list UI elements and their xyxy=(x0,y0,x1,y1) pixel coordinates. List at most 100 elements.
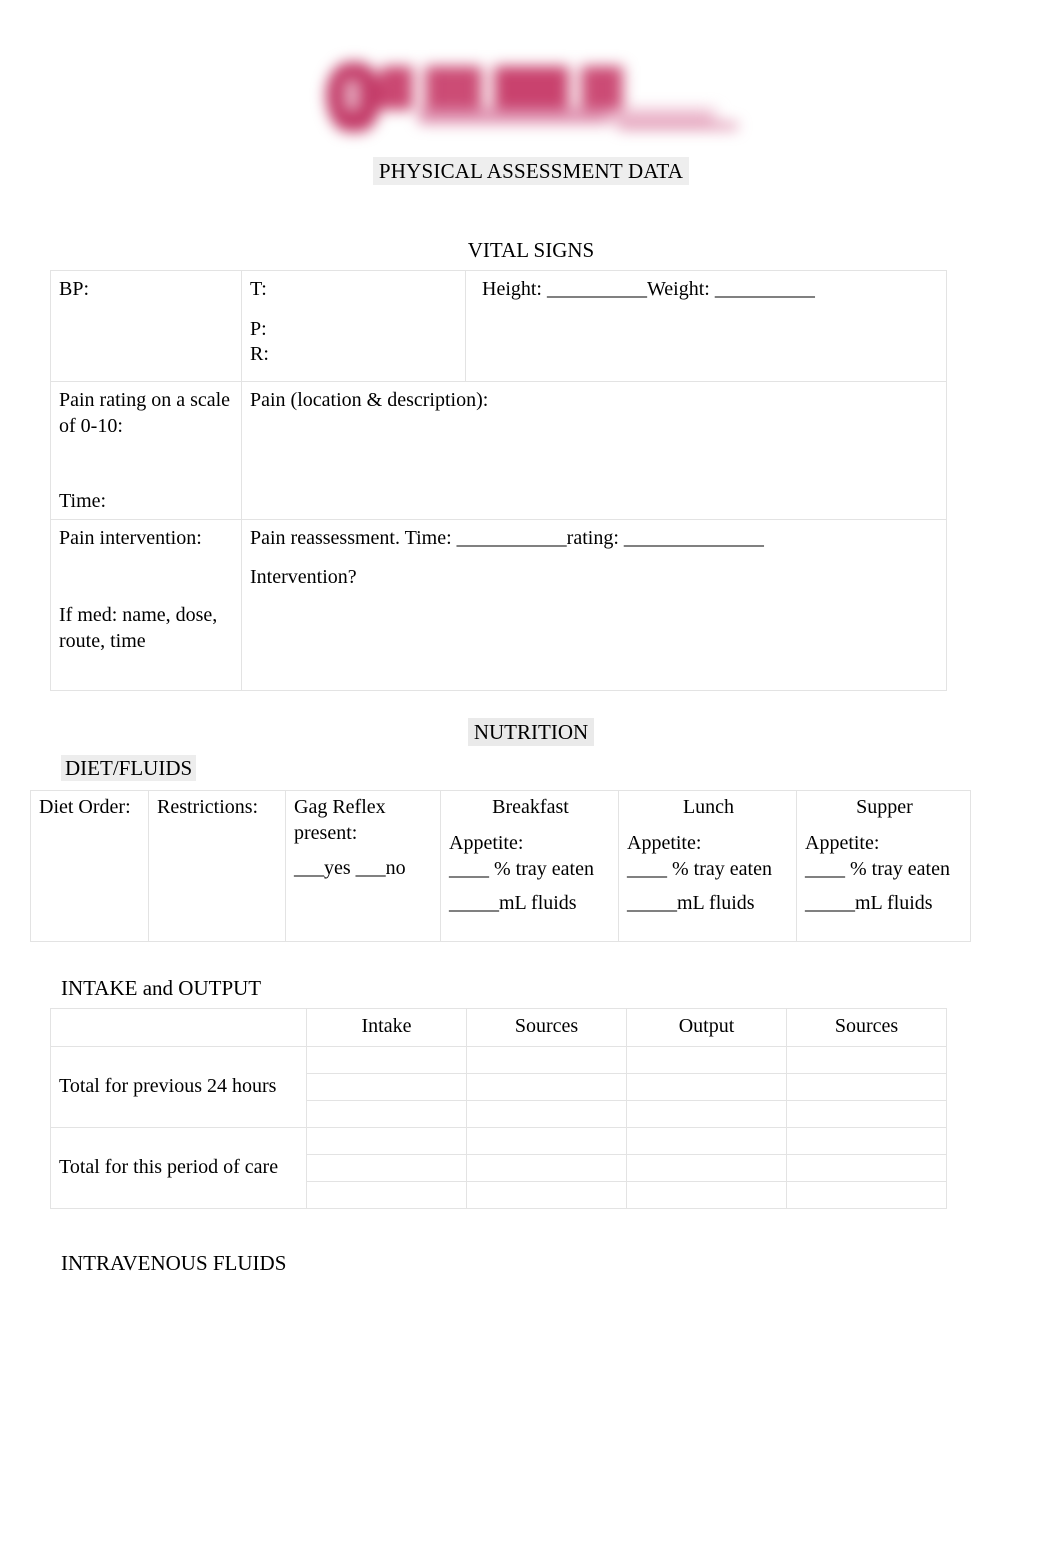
cell-sources-intake[interactable] xyxy=(466,1046,627,1074)
nutrition-heading-text: NUTRITION xyxy=(467,718,595,746)
nutrition-heading: NUTRITION xyxy=(0,718,1062,746)
height-weight-cell[interactable]: Height: __________Weight: __________ xyxy=(465,270,947,382)
breakfast-fluids-label[interactable]: _____mL fluids xyxy=(449,891,612,917)
lunch-tray-label[interactable]: ____ % tray eaten xyxy=(627,857,790,883)
cell-sources-output[interactable] xyxy=(786,1100,947,1128)
column-header-blank xyxy=(50,1008,307,1047)
pain-intervention-cell[interactable]: Pain intervention: If med: name, dose, r… xyxy=(50,518,242,691)
cell-sources-intake[interactable] xyxy=(466,1127,627,1155)
breakfast-label: Breakfast xyxy=(492,796,569,818)
cell-sources-intake[interactable] xyxy=(466,1154,627,1182)
diet-fluids-heading-text: DIET/FLUIDS xyxy=(61,755,197,781)
intake-output-heading-text: INTAKE and OUTPUT xyxy=(61,976,262,1000)
bp-label: BP: xyxy=(59,278,90,300)
pain-location-label: Pain (location & description): xyxy=(250,389,489,411)
respiration-label: R: xyxy=(250,343,269,366)
pain-rating-label: Pain rating on a scale of 0-10: xyxy=(59,389,231,437)
gag-reflex-options[interactable]: ___yes ___no xyxy=(294,856,434,882)
pain-intervention-label: Pain intervention: xyxy=(59,526,202,549)
cell-output[interactable] xyxy=(626,1073,787,1101)
cell-intake[interactable] xyxy=(306,1127,467,1155)
intravenous-fluids-heading: INTRAVENOUS FLUIDS xyxy=(61,1251,286,1276)
page-title: PHYSICAL ASSESSMENT DATA xyxy=(0,157,1062,185)
supper-fluids-label[interactable]: _____mL fluids xyxy=(805,891,964,917)
lunch-fluids-label[interactable]: _____mL fluids xyxy=(627,891,790,917)
pain-time-label: Time: xyxy=(59,490,107,513)
cell-output[interactable] xyxy=(626,1127,787,1155)
cell-sources-output[interactable] xyxy=(786,1073,947,1101)
cell-sources-output[interactable] xyxy=(786,1046,947,1074)
cell-output[interactable] xyxy=(626,1181,787,1209)
cell-output[interactable] xyxy=(626,1100,787,1128)
cell-sources-intake[interactable] xyxy=(466,1181,627,1209)
lunch-appetite-label: Appetite: xyxy=(627,832,702,855)
column-header-intake: Intake xyxy=(306,1008,467,1047)
pain-reassessment-label: Pain reassessment. Time: ___________rati… xyxy=(250,526,764,549)
pain-location-cell[interactable]: Pain (location & description): xyxy=(241,381,947,520)
breakfast-appetite-label: Appetite: xyxy=(449,832,524,855)
table-row: Diet Order: Restrictions: Gag Reflex pre… xyxy=(30,790,971,942)
pain-reassessment-cell[interactable]: Pain reassessment. Time: ___________rati… xyxy=(241,518,947,691)
logo-blurred-graphic xyxy=(318,52,748,152)
vitals-tpr-cell[interactable]: T: P: R: xyxy=(241,270,466,382)
cell-intake[interactable] xyxy=(306,1181,467,1209)
table-row: Pain rating on a scale of 0-10: Time: Pa… xyxy=(50,381,947,520)
cell-intake[interactable] xyxy=(306,1100,467,1128)
column-header-sources-intake: Sources xyxy=(466,1008,627,1047)
supper-cell[interactable]: Appetite: ____ % tray eaten _____mL flui… xyxy=(796,827,971,943)
diet-fluids-heading: DIET/FLUIDS xyxy=(61,755,197,781)
pain-rating-cell[interactable]: Pain rating on a scale of 0-10: Time: xyxy=(50,381,242,520)
column-header-sources-output: Sources xyxy=(786,1008,947,1047)
supper-tray-label[interactable]: ____ % tray eaten xyxy=(805,857,964,883)
supper-header: Supper xyxy=(796,790,971,828)
diet-order-cell[interactable]: Diet Order: xyxy=(30,790,149,942)
gag-reflex-cell[interactable]: Gag Reflex present: ___yes ___no xyxy=(285,790,441,942)
cell-intake[interactable] xyxy=(306,1046,467,1074)
breakfast-header: Breakfast xyxy=(440,790,619,828)
row-label-previous-24-hours: Total for previous 24 hours xyxy=(50,1046,307,1128)
cell-intake[interactable] xyxy=(306,1154,467,1182)
supper-appetite-label: Appetite: xyxy=(805,832,880,855)
lunch-cell[interactable]: Appetite: ____ % tray eaten _____mL flui… xyxy=(618,827,797,943)
table-header-row: Intake Sources Output Sources xyxy=(50,1008,947,1047)
column-header-output: Output xyxy=(626,1008,787,1047)
vital-signs-heading: VITAL SIGNS xyxy=(0,238,1062,263)
breakfast-tray-label[interactable]: ____ % tray eaten xyxy=(449,857,612,883)
restrictions-cell[interactable]: Restrictions: xyxy=(148,790,286,942)
lunch-label: Lunch xyxy=(682,796,735,818)
vital-signs-heading-text: VITAL SIGNS xyxy=(467,238,595,262)
logo-tail-mark xyxy=(618,122,738,130)
cell-sources-intake[interactable] xyxy=(466,1100,627,1128)
height-weight-label: Height: __________Weight: __________ xyxy=(482,278,815,300)
cell-output[interactable] xyxy=(626,1046,787,1074)
cell-output[interactable] xyxy=(626,1154,787,1182)
diet-fluids-table: Diet Order: Restrictions: Gag Reflex pre… xyxy=(30,790,971,943)
cell-sources-output[interactable] xyxy=(786,1127,947,1155)
pulse-label: P: xyxy=(250,317,267,340)
row-label-this-period-of-care: Total for this period of care xyxy=(50,1127,307,1209)
cell-intake[interactable] xyxy=(306,1073,467,1101)
intervention-question-label: Intervention? xyxy=(250,566,357,589)
supper-label: Supper xyxy=(856,796,913,818)
temperature-label: T: xyxy=(250,278,267,300)
diet-order-label: Diet Order: xyxy=(39,796,131,818)
vital-signs-table: BP: T: P: R: Height: __________Weight: _… xyxy=(50,270,947,691)
logo-wordmark xyxy=(380,66,680,110)
cell-sources-intake[interactable] xyxy=(466,1073,627,1101)
cell-sources-output[interactable] xyxy=(786,1154,947,1182)
bp-cell[interactable]: BP: xyxy=(50,270,242,382)
university-logo xyxy=(318,52,748,152)
table-row: Total for previous 24 hours xyxy=(50,1046,947,1128)
breakfast-cell[interactable]: Appetite: ____ % tray eaten _____mL flui… xyxy=(440,827,619,943)
intake-output-heading: INTAKE and OUTPUT xyxy=(61,976,261,1001)
shield-icon xyxy=(326,62,382,132)
cell-sources-output[interactable] xyxy=(786,1181,947,1209)
intake-output-table: Intake Sources Output Sources Total for … xyxy=(50,1008,947,1209)
if-med-label: If med: name, dose, route, time xyxy=(59,604,218,652)
table-row: Total for this period of care xyxy=(50,1127,947,1209)
lunch-header: Lunch xyxy=(618,790,797,828)
table-row: BP: T: P: R: Height: __________Weight: _… xyxy=(50,270,947,382)
table-row: Pain intervention: If med: name, dose, r… xyxy=(50,518,947,691)
intravenous-fluids-heading-text: INTRAVENOUS FLUIDS xyxy=(61,1251,287,1275)
gag-reflex-label: Gag Reflex present: xyxy=(294,796,386,844)
